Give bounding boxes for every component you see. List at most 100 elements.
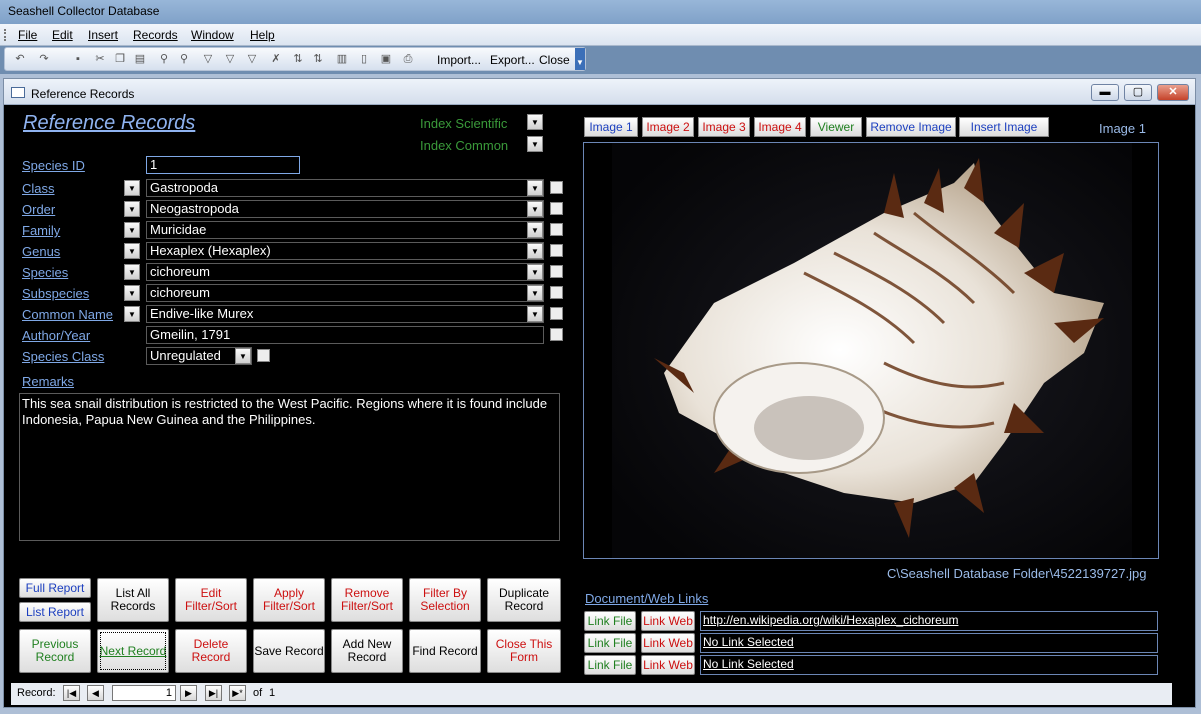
image-4-button[interactable]: Image 4 (754, 117, 806, 137)
image-2-button[interactable]: Image 2 (642, 117, 694, 137)
edit-filter-sort-button[interactable]: Edit Filter/Sort (175, 578, 247, 622)
sort-descending-icon[interactable]: ⇅ (311, 52, 325, 66)
remove-filter-sort-button[interactable]: Remove Filter/Sort (331, 578, 403, 622)
class-checkbox[interactable] (550, 181, 563, 194)
order-checkbox[interactable] (550, 202, 563, 215)
common-name-picker-dropdown[interactable]: ▼ (124, 306, 140, 322)
species-picker-dropdown[interactable]: ▼ (124, 264, 140, 280)
image-1-button[interactable]: Image 1 (584, 117, 638, 137)
close-this-form-button[interactable]: Close This Form (487, 629, 561, 673)
filter-selection-icon[interactable]: ▽ (223, 52, 237, 66)
add-new-record-button[interactable]: Add New Record (331, 629, 403, 673)
order-dropdown[interactable]: ▼ (527, 201, 543, 217)
export-button[interactable]: Export... (490, 53, 535, 67)
first-record-icon[interactable]: |◀ (63, 685, 80, 701)
full-report-button[interactable]: Full Report (19, 578, 91, 598)
apply-filter-sort-button[interactable]: Apply Filter/Sort (253, 578, 325, 622)
redo-icon[interactable]: ↷ (37, 52, 51, 66)
insert-image-button[interactable]: Insert Image (959, 117, 1049, 137)
menu-file[interactable]: File (18, 28, 37, 42)
sort-ascending-icon[interactable]: ⇅ (291, 52, 305, 66)
close-button[interactable]: Close (539, 53, 570, 67)
family-picker-dropdown[interactable]: ▼ (124, 222, 140, 238)
menu-records[interactable]: Records (133, 28, 178, 42)
species-id-field[interactable]: 1 (146, 156, 300, 174)
current-record-input[interactable]: 1 (112, 685, 176, 701)
maximize-button[interactable]: ▢ (1124, 84, 1152, 101)
next-record-icon[interactable]: ▶ (180, 685, 197, 701)
filter-icon[interactable]: ▽ (201, 52, 215, 66)
common-name-dropdown[interactable]: ▼ (527, 306, 543, 322)
link-web-button[interactable]: Link Web (641, 611, 695, 631)
list-report-button[interactable]: List Report (19, 602, 91, 622)
previous-record-icon[interactable]: ◀ (87, 685, 104, 701)
order-field[interactable]: Neogastropoda (146, 200, 544, 218)
window-close-button[interactable]: ✕ (1157, 84, 1189, 101)
link-file-button[interactable]: Link File (584, 633, 636, 653)
common-name-field[interactable]: Endive-like Murex (146, 305, 544, 323)
replace-icon[interactable]: ⚲ (177, 52, 191, 66)
previous-record-button[interactable]: Previous Record (19, 629, 91, 673)
list-all-records-button[interactable]: List All Records (97, 578, 169, 622)
genus-field[interactable]: Hexaplex (Hexaplex) (146, 242, 544, 260)
remarks-textarea[interactable]: This sea snail distribution is restricte… (19, 393, 560, 541)
image-frame[interactable] (583, 142, 1159, 559)
duplicate-record-button[interactable]: Duplicate Record (487, 578, 561, 622)
filter-by-selection-button[interactable]: Filter By Selection (409, 578, 481, 622)
link-web-button[interactable]: Link Web (641, 655, 695, 675)
link-url-field[interactable]: No Link Selected (700, 633, 1158, 653)
viewer-button[interactable]: Viewer (810, 117, 862, 137)
save-record-button[interactable]: Save Record (253, 629, 325, 673)
genus-checkbox[interactable] (550, 244, 563, 257)
book-icon[interactable]: ▯ (357, 52, 371, 66)
print-preview-icon[interactable]: ▣ (379, 52, 393, 66)
new-record-icon[interactable]: ▶* (229, 685, 246, 701)
class-dropdown[interactable]: ▼ (527, 180, 543, 196)
next-record-button[interactable]: Next Record (97, 629, 169, 673)
find-record-button[interactable]: Find Record (409, 629, 481, 673)
toolbar-overflow-icon[interactable]: ▼ (575, 48, 585, 70)
subspecies-picker-dropdown[interactable]: ▼ (124, 285, 140, 301)
filter-form-icon[interactable]: ▽ (245, 52, 259, 66)
menu-edit[interactable]: Edit (52, 28, 73, 42)
subspecies-dropdown[interactable]: ▼ (527, 285, 543, 301)
minimize-button[interactable]: ▬ (1091, 84, 1119, 101)
link-web-button[interactable]: Link Web (641, 633, 695, 653)
family-field[interactable]: Muricidae (146, 221, 544, 239)
family-dropdown[interactable]: ▼ (527, 222, 543, 238)
remove-filter-icon[interactable]: ✗ (269, 52, 283, 66)
family-checkbox[interactable] (550, 223, 563, 236)
remove-image-button[interactable]: Remove Image (866, 117, 956, 137)
copy-icon[interactable]: ❐ (113, 52, 127, 66)
species-checkbox[interactable] (550, 265, 563, 278)
link-url-field[interactable]: No Link Selected (700, 655, 1158, 675)
subspecies-field[interactable]: cichoreum (146, 284, 544, 302)
save-icon[interactable]: ▪ (71, 52, 85, 66)
undo-icon[interactable]: ↶ (13, 52, 27, 66)
index-common-dropdown[interactable]: ▼ (527, 136, 543, 152)
index-scientific-dropdown[interactable]: ▼ (527, 114, 543, 130)
cut-icon[interactable]: ✂ (93, 52, 107, 66)
columns-icon[interactable]: ▥ (335, 52, 349, 66)
genus-dropdown[interactable]: ▼ (527, 243, 543, 259)
print-icon[interactable]: ⎙ (401, 52, 415, 66)
common-name-checkbox[interactable] (550, 307, 563, 320)
paste-icon[interactable]: ▤ (133, 52, 147, 66)
link-file-button[interactable]: Link File (584, 655, 636, 675)
species-class-checkbox[interactable] (257, 349, 270, 362)
import-button[interactable]: Import... (437, 53, 481, 67)
link-url-field[interactable]: http://en.wikipedia.org/wiki/Hexaplex_ci… (700, 611, 1158, 631)
find-icon[interactable]: ⚲ (157, 52, 171, 66)
class-field[interactable]: Gastropoda (146, 179, 544, 197)
last-record-icon[interactable]: ▶| (205, 685, 222, 701)
menu-insert[interactable]: Insert (88, 28, 118, 42)
species-field[interactable]: cichoreum (146, 263, 544, 281)
menu-help[interactable]: Help (250, 28, 275, 42)
delete-record-button[interactable]: Delete Record (175, 629, 247, 673)
class-picker-dropdown[interactable]: ▼ (124, 180, 140, 196)
author-year-checkbox[interactable] (550, 328, 563, 341)
author-year-field[interactable]: Gmeilin, 1791 (146, 326, 544, 344)
image-3-button[interactable]: Image 3 (698, 117, 750, 137)
subspecies-checkbox[interactable] (550, 286, 563, 299)
menu-window[interactable]: Window (191, 28, 234, 42)
